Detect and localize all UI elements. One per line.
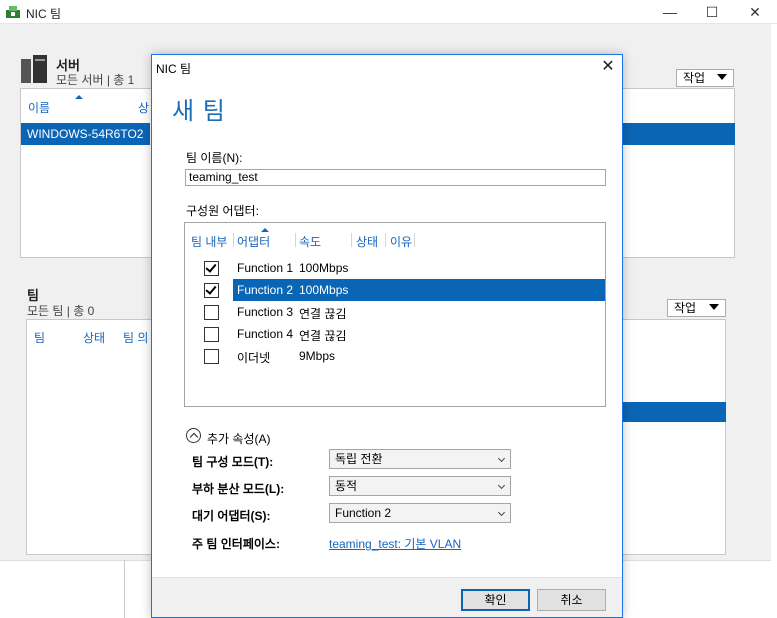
col-speed[interactable]: 속도	[299, 233, 321, 250]
teams-subtitle: 모든 팀 | 총 0	[27, 304, 95, 318]
servers-col-name[interactable]: 이름	[28, 99, 50, 116]
member-row-ethernet[interactable]: 이더넷 9Mbps	[185, 345, 605, 367]
member-adapter: Function 1	[237, 261, 294, 275]
server-row-selected[interactable]: WINDOWS-54R6TO2 ↑	[21, 123, 150, 167]
members-label: 구성원 어댑터:	[186, 204, 259, 218]
column-divider	[414, 233, 415, 247]
additional-properties-toggle[interactable]	[186, 428, 201, 443]
chevron-up-icon	[189, 432, 199, 442]
dialog-title: NIC 팀	[156, 62, 192, 76]
member-adapter: Function 4	[237, 327, 294, 341]
member-speed: 100Mbps	[299, 261, 349, 275]
col-status[interactable]: 상태	[356, 233, 378, 250]
teaming-mode-value: 독립 전환	[335, 452, 383, 466]
servers-tasks-button[interactable]: 작업	[676, 69, 734, 87]
member-row-function-4[interactable]: Function 4 연결 끊김	[185, 323, 605, 345]
servers-subtitle: 모든 서버 | 총 1	[56, 73, 135, 87]
load-balancing-value: 동적	[335, 479, 358, 493]
teams-tasks-button[interactable]: 작업	[667, 299, 726, 317]
member-adapter: Function 2	[237, 283, 294, 297]
standby-adapter-select[interactable]: Function 2	[329, 503, 511, 523]
chevron-down-icon	[497, 481, 506, 490]
column-divider	[385, 233, 386, 247]
member-checkbox[interactable]	[204, 327, 219, 342]
member-adapters-list[interactable]: 팀 내부 어댑터 속도 상태 이유 Function 1 100Mbps Fun…	[184, 222, 606, 407]
primary-interface-label: 주 팀 인터페이스:	[192, 537, 280, 551]
member-checkbox[interactable]	[204, 283, 219, 298]
sort-ascending-icon	[75, 95, 83, 99]
nic-team-app-icon	[6, 6, 20, 18]
teaming-mode-label: 팀 구성 모드(T):	[192, 455, 274, 469]
teams-tasks-label: 작업	[674, 301, 697, 315]
minimize-button[interactable]: —	[648, 0, 692, 24]
ok-button[interactable]: 확인	[461, 589, 530, 611]
cancel-button[interactable]: 취소	[537, 589, 606, 611]
teams-col-status[interactable]: 상태	[83, 329, 105, 346]
maximize-button[interactable]: ☐	[690, 0, 734, 24]
window-titlebar: NIC 팀 — ☐ ✕	[0, 0, 777, 24]
servers-col-status[interactable]: 상	[138, 99, 149, 116]
primary-interface-link[interactable]: teaming_test: 기본 VLAN	[329, 535, 461, 552]
member-speed: 100Mbps	[299, 283, 349, 297]
chevron-down-icon	[709, 304, 719, 310]
load-balancing-label: 부하 분산 모드(L):	[192, 482, 285, 496]
window-title: NIC 팀	[26, 7, 62, 21]
additional-properties-label[interactable]: 추가 속성(A)	[207, 430, 271, 447]
servers-icon	[21, 55, 47, 83]
chevron-down-icon	[717, 74, 727, 80]
member-checkbox[interactable]	[204, 349, 219, 364]
member-row-function-2[interactable]: Function 2 100Mbps	[185, 279, 605, 301]
team-name-label: 팀 이름(N):	[186, 151, 243, 165]
member-checkbox[interactable]	[204, 261, 219, 276]
dialog-close-button[interactable]: ✕	[598, 57, 618, 77]
sort-ascending-icon	[261, 228, 269, 232]
column-divider	[233, 233, 234, 247]
servers-tasks-label: 작업	[683, 71, 706, 85]
member-speed: 연결 끊김	[299, 307, 347, 321]
col-in-team[interactable]: 팀 내부	[191, 233, 227, 250]
team-name-input[interactable]: teaming_test	[185, 169, 606, 186]
bottom-pane-divider	[124, 560, 125, 618]
teams-col-team-mode[interactable]: 팀 의	[123, 329, 148, 346]
member-checkbox[interactable]	[204, 305, 219, 320]
dialog-titlebar: NIC 팀 ✕	[152, 55, 622, 79]
member-row-function-1[interactable]: Function 1 100Mbps	[185, 257, 605, 279]
load-balancing-select[interactable]: 동적	[329, 476, 511, 496]
standby-adapter-label: 대기 어댑터(S):	[192, 509, 271, 523]
checkmark-icon	[205, 261, 217, 273]
close-button[interactable]: ✕	[733, 0, 777, 24]
col-reason[interactable]: 이유	[390, 233, 412, 250]
upload-arrow-icon: ↑	[30, 154, 43, 167]
right-scroll-strip	[771, 24, 777, 618]
column-divider	[351, 233, 352, 247]
column-divider	[295, 233, 296, 247]
col-adapter[interactable]: 어댑터	[237, 233, 270, 250]
server-name: WINDOWS-54R6TO2	[27, 127, 144, 141]
member-adapter: 이더넷	[237, 351, 271, 365]
member-adapter: Function 3	[237, 305, 294, 319]
checkmark-icon	[205, 283, 217, 295]
dialog-heading: 새 팀	[172, 98, 226, 125]
teaming-mode-select[interactable]: 독립 전환	[329, 449, 511, 469]
chevron-down-icon	[497, 508, 506, 517]
member-row-function-3[interactable]: Function 3 연결 끊김	[185, 301, 605, 323]
dialog-footer: 확인 취소	[152, 577, 622, 617]
standby-adapter-value: Function 2	[335, 506, 392, 520]
member-speed: 9Mbps	[299, 349, 336, 363]
teams-col-team[interactable]: 팀	[34, 329, 45, 346]
new-team-dialog: NIC 팀 ✕ 새 팀 팀 이름(N): teaming_test 구성원 어댑…	[151, 54, 623, 618]
member-speed: 연결 끊김	[299, 329, 347, 343]
chevron-down-icon	[497, 454, 506, 463]
